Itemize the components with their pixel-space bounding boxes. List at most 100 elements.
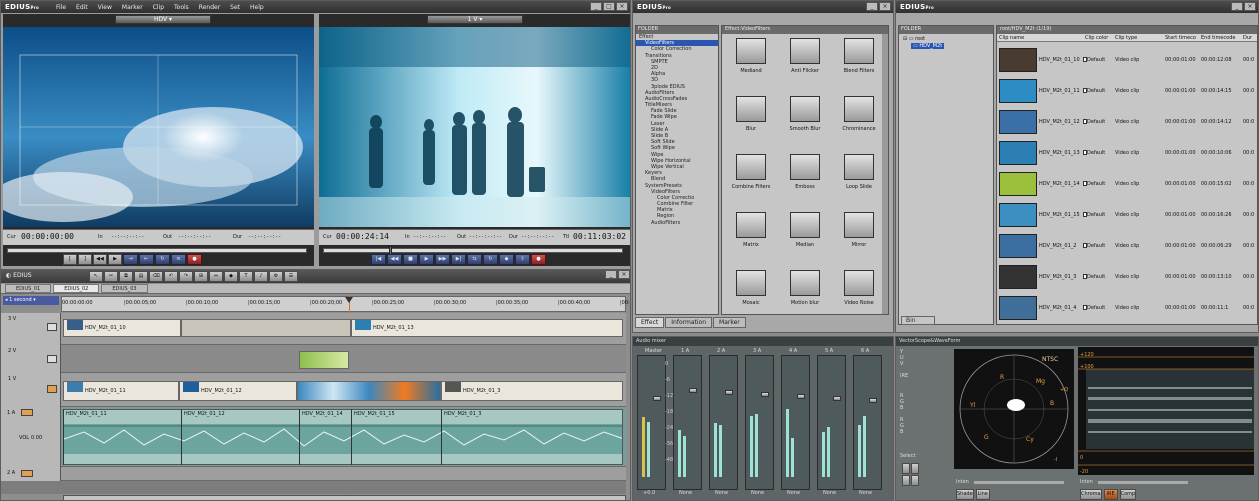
timeline-hscrollbar[interactable] bbox=[63, 495, 626, 500]
vol-value[interactable]: 0.00 bbox=[31, 435, 42, 441]
recorder-prev-edit-button[interactable]: |◀ bbox=[371, 254, 386, 265]
player-overwrite-button[interactable]: ⇤ bbox=[139, 254, 154, 265]
mixer-channel-value[interactable]: None bbox=[787, 490, 800, 496]
track-header-2a[interactable]: 2 A bbox=[1, 467, 61, 481]
effect-icon[interactable] bbox=[844, 212, 874, 238]
effect-icon[interactable] bbox=[790, 38, 820, 64]
recorder-rewind-button[interactable]: ◀◀ bbox=[387, 254, 402, 265]
effect-icon[interactable] bbox=[790, 212, 820, 238]
sequence-tab[interactable]: EDIUS_03 bbox=[101, 284, 148, 293]
recorder-scrub-bar[interactable] bbox=[323, 248, 623, 253]
recorder-edit-button[interactable]: ⇆ bbox=[467, 254, 482, 265]
bin-minimize-button[interactable]: _ bbox=[1231, 2, 1243, 11]
effect-tab[interactable]: Information bbox=[665, 317, 713, 328]
maximize-button[interactable]: □ bbox=[603, 2, 615, 11]
copy-button[interactable]: ⧉ bbox=[119, 271, 133, 282]
clip-color-swatch[interactable] bbox=[1083, 57, 1087, 62]
bin-clip-row[interactable]: HDV_M2t_01_10 Default Video clip 00:00:01:0… bbox=[997, 46, 1257, 74]
effect-icon[interactable] bbox=[790, 270, 820, 296]
clip-color-swatch[interactable] bbox=[1083, 243, 1087, 248]
sequence-tab[interactable]: EDIUS_01 bbox=[5, 284, 52, 293]
recorder-marker-button[interactable]: ◆ bbox=[499, 254, 514, 265]
settings-button[interactable]: ☰ bbox=[284, 271, 298, 282]
minimize-button[interactable]: _ bbox=[590, 2, 602, 11]
zoom-select[interactable]: ◂ 1 second ▾ bbox=[3, 296, 59, 305]
player-rewind-button[interactable]: ◀◀ bbox=[93, 254, 107, 265]
scope-select-2-button[interactable] bbox=[911, 463, 919, 474]
menu-marker[interactable]: Marker bbox=[122, 4, 143, 11]
effect-icon[interactable] bbox=[736, 96, 766, 122]
effect-icon[interactable] bbox=[844, 270, 874, 296]
delete-button[interactable]: ⌫ bbox=[149, 271, 163, 282]
effect-close-button[interactable]: × bbox=[879, 2, 891, 11]
effect-icon[interactable] bbox=[790, 96, 820, 122]
recorder-ff-button[interactable]: ▶▶ bbox=[435, 254, 450, 265]
bin-clip-row[interactable]: HDV_M2t_01_15 Default Video clip 00:00:01:0… bbox=[997, 201, 1257, 229]
title-button[interactable]: T bbox=[239, 271, 253, 282]
timeline-clip[interactable]: HDV_M2t_01_12 bbox=[179, 381, 297, 401]
bin-clip-row[interactable]: HDV_M2t_01_14 Default Video clip 00:00:01:0… bbox=[997, 170, 1257, 198]
menu-edit[interactable]: Edit bbox=[76, 4, 88, 11]
menu-clip[interactable]: Clip bbox=[153, 4, 164, 11]
effect-icon[interactable] bbox=[790, 154, 820, 180]
mixer-channel-value[interactable]: None bbox=[859, 490, 872, 496]
mixer-channel-value[interactable]: None bbox=[679, 490, 692, 496]
menu-help[interactable]: Help bbox=[250, 4, 264, 11]
mixer-channel-value[interactable]: +0.0 bbox=[643, 490, 655, 496]
comp-button[interactable]: Comp bbox=[1119, 489, 1137, 500]
ire-button[interactable]: IRE bbox=[1103, 489, 1118, 500]
menu-tools[interactable]: Tools bbox=[174, 4, 189, 11]
fader-knob[interactable] bbox=[797, 394, 805, 399]
bin-clip-row[interactable]: HDV_M2t_01_2 Default Video clip 00:00:01:00… bbox=[997, 232, 1257, 260]
effect-icon[interactable] bbox=[736, 154, 766, 180]
bin-column-header-cell[interactable]: Dur bbox=[1243, 35, 1252, 41]
clip-color-swatch[interactable] bbox=[1083, 181, 1087, 186]
clip-color-swatch[interactable] bbox=[1083, 88, 1087, 93]
recorder-format-select[interactable]: 1 V ▾ bbox=[427, 15, 523, 24]
timeline-ruler[interactable]: 00:00:00:00 |00:00:05;00 |00:00:10;00 |00:0… bbox=[61, 296, 630, 312]
effect-icon[interactable] bbox=[736, 270, 766, 296]
recorder-in-timecode[interactable]: --:--:--:-- bbox=[413, 234, 446, 240]
recorder-next-edit-button[interactable]: ▶| bbox=[451, 254, 466, 265]
menu-render[interactable]: Render bbox=[199, 4, 220, 11]
recorder-export-button[interactable]: ⇪ bbox=[515, 254, 530, 265]
scope-select-3-button[interactable] bbox=[902, 475, 910, 486]
player-record-button[interactable]: ● bbox=[187, 254, 202, 265]
bin-column-header-cell[interactable]: End timecode bbox=[1201, 35, 1235, 41]
effect-tab[interactable]: Effect bbox=[635, 317, 665, 328]
track-header-1v[interactable]: 1 V bbox=[1, 373, 61, 407]
select-tool-button[interactable]: ↖ bbox=[89, 271, 103, 282]
player-dur-timecode[interactable]: --:--:--:-- bbox=[248, 234, 281, 240]
fader-knob[interactable] bbox=[689, 388, 697, 393]
menu-view[interactable]: View bbox=[98, 4, 112, 11]
clip-color-swatch[interactable] bbox=[1083, 274, 1087, 279]
player-play-button[interactable]: ▶ bbox=[108, 254, 122, 265]
audio-clip-label[interactable]: HDV_M2t_01_14 bbox=[302, 411, 343, 417]
bin-tree-folder[interactable]: ▭ HDV_M2t bbox=[911, 43, 945, 49]
line-button[interactable]: Line bbox=[975, 489, 990, 500]
player-insert-button[interactable]: ⇥ bbox=[123, 254, 138, 265]
mixer-channel-value[interactable]: None bbox=[715, 490, 728, 496]
bin-tree-root[interactable]: ⊟ ▭ root bbox=[903, 36, 925, 42]
bin-clip-row[interactable]: HDV_M2t_01_13 Default Video clip 00:00:01:0… bbox=[997, 139, 1257, 167]
timeline-clip[interactable]: HDV_M2t_01_11 bbox=[63, 381, 179, 401]
bin-column-header-cell[interactable]: Clip name bbox=[999, 35, 1024, 41]
player-out-button[interactable]: ] bbox=[78, 254, 92, 265]
audio-clip-label[interactable]: HDV_M2t_01_15 bbox=[354, 411, 395, 417]
effect-icon[interactable] bbox=[844, 38, 874, 64]
timeline-clip[interactable] bbox=[299, 351, 349, 369]
effect-icon[interactable] bbox=[736, 38, 766, 64]
effect-icon[interactable] bbox=[844, 154, 874, 180]
player-out-timecode[interactable]: --:--:--:-- bbox=[178, 234, 211, 240]
audio-clip-label[interactable]: HDV_M2t_01_3 bbox=[444, 411, 481, 417]
recorder-out-timecode[interactable]: --:--:--:-- bbox=[469, 234, 502, 240]
audio-waveform-track[interactable] bbox=[63, 409, 623, 465]
render-button[interactable]: ⚙ bbox=[269, 271, 283, 282]
timeline-clip[interactable] bbox=[181, 319, 351, 337]
clip-color-swatch[interactable] bbox=[1083, 119, 1087, 124]
clip-color-swatch[interactable] bbox=[1083, 150, 1087, 155]
timeline-minimize-button[interactable]: _ bbox=[605, 270, 617, 279]
fader-knob[interactable] bbox=[653, 396, 661, 401]
audio-clip-label[interactable]: HDV_M2t_01_12 bbox=[184, 411, 225, 417]
timeline-clip[interactable]: HDV_M2t_01_3 bbox=[441, 381, 623, 401]
